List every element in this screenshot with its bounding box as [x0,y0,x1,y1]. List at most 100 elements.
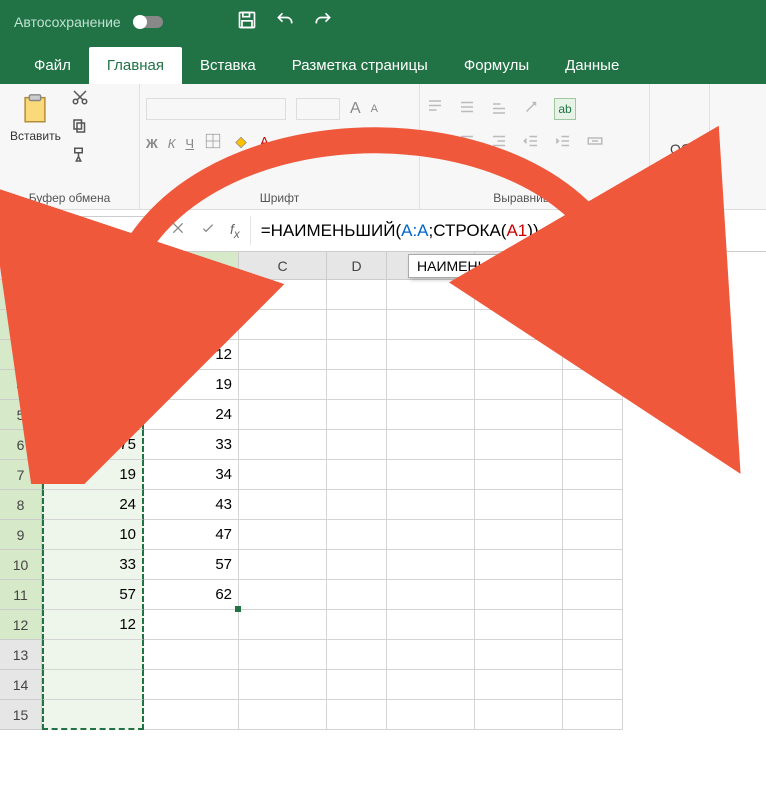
cell[interactable]: 24 [144,400,239,430]
cell[interactable] [327,610,387,640]
cell[interactable] [239,340,327,370]
cell[interactable] [239,400,327,430]
row-header[interactable]: 10 [0,550,42,580]
row-header[interactable]: 8 [0,490,42,520]
align-top-icon[interactable] [426,98,444,121]
align-middle-icon[interactable] [458,98,476,121]
cell[interactable]: 12 [42,610,144,640]
bold-button[interactable]: Ж [146,136,158,151]
cell[interactable] [563,280,623,310]
cell[interactable] [42,640,144,670]
cell[interactable] [387,430,475,460]
cell[interactable] [327,340,387,370]
cell[interactable] [563,640,623,670]
cell[interactable] [239,430,327,460]
cell[interactable] [563,520,623,550]
cell[interactable] [563,310,623,340]
cell[interactable] [239,580,327,610]
cell[interactable] [387,460,475,490]
cell[interactable]: 43 [144,490,239,520]
cell[interactable] [387,370,475,400]
undo-icon[interactable] [275,10,295,35]
cell[interactable] [475,580,563,610]
row-header[interactable]: 12 [0,610,42,640]
cell[interactable] [239,550,327,580]
cell[interactable] [475,520,563,550]
row-header[interactable]: 4 [0,370,42,400]
copy-icon[interactable] [71,117,89,140]
row-header[interactable]: 5 [0,400,42,430]
cell[interactable]: 62 [144,580,239,610]
cell[interactable]: 57 [42,580,144,610]
cell[interactable] [387,550,475,580]
cell[interactable] [327,280,387,310]
col-header-d[interactable]: D [327,252,387,280]
cell[interactable] [327,400,387,430]
cell[interactable] [239,610,327,640]
merge-icon[interactable] [586,132,604,155]
row-header[interactable]: 6 [0,430,42,460]
cell[interactable]: 19 [144,370,239,400]
cell[interactable] [475,400,563,430]
cell[interactable] [387,310,475,340]
cell[interactable] [239,490,327,520]
cell[interactable] [327,700,387,730]
cell[interactable] [475,490,563,520]
cell[interactable] [387,700,475,730]
cell[interactable] [239,310,327,340]
cell[interactable] [563,400,623,430]
save-icon[interactable] [237,10,257,35]
cell[interactable] [327,430,387,460]
cell[interactable] [563,700,623,730]
cell[interactable] [327,640,387,670]
indent-decrease-icon[interactable] [522,132,540,155]
tab-home[interactable]: Главная [89,47,182,84]
align-right-icon[interactable] [490,132,508,155]
cell[interactable]: 47 [144,520,239,550]
cell[interactable] [475,310,563,340]
cell[interactable] [563,370,623,400]
row-header[interactable]: 1 [0,280,42,310]
col-header-a[interactable]: A [42,252,144,280]
cell[interactable] [563,430,623,460]
cell[interactable] [563,580,623,610]
tab-file[interactable]: Файл [16,47,89,84]
paste-button[interactable]: Вставить [6,88,65,147]
cell[interactable] [239,280,327,310]
cell[interactable]: 10 [42,520,144,550]
cell[interactable] [387,340,475,370]
fx-icon[interactable]: fx [230,221,240,241]
tab-layout[interactable]: Разметка страницы [274,47,446,84]
row-header[interactable]: 2 [0,310,42,340]
formula-input[interactable]: =НАИМЕНЬШИЙ(A:A;СТРОКА(A1)) [250,216,760,245]
cell[interactable]: 47 [42,370,144,400]
cell[interactable] [327,490,387,520]
cell[interactable] [475,460,563,490]
orientation-icon[interactable] [522,98,540,121]
tab-data[interactable]: Данные [547,47,637,84]
cell[interactable] [475,640,563,670]
cell[interactable]: 33 [42,550,144,580]
cell[interactable]: 33 [144,430,239,460]
cell[interactable] [475,340,563,370]
redo-icon[interactable] [313,10,333,35]
cell[interactable]: 34 [144,460,239,490]
cell[interactable] [327,370,387,400]
cell[interactable] [387,400,475,430]
cell[interactable] [387,280,475,310]
cell[interactable] [327,520,387,550]
align-bottom-icon[interactable] [490,98,508,121]
cell[interactable] [327,310,387,340]
spreadsheet-grid[interactable]: A B C D E F G 143A:A;2341036212447195224… [0,252,766,730]
cell[interactable] [475,550,563,580]
name-box[interactable]: A1 ▼ [6,216,154,245]
cell[interactable]: 10 [144,310,239,340]
cell[interactable] [387,640,475,670]
cell[interactable] [42,700,144,730]
row-header[interactable]: 3 [0,340,42,370]
cell[interactable]: A:A; [144,280,239,310]
cell[interactable] [327,550,387,580]
tab-insert[interactable]: Вставка [182,47,274,84]
cell[interactable] [387,610,475,640]
indent-increase-icon[interactable] [554,132,572,155]
